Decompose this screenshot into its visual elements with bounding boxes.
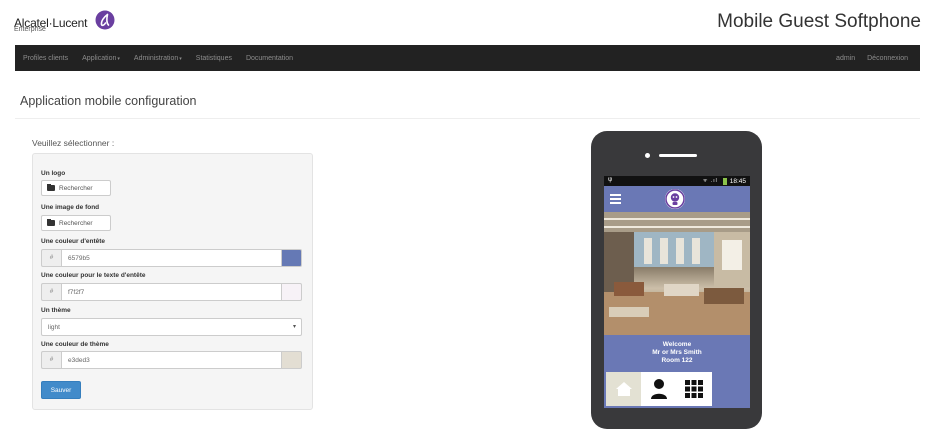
dialpad-icon[interactable]: [677, 372, 712, 406]
theme-color-input[interactable]: e3ded3: [61, 351, 282, 369]
logo-label: Un logo: [41, 170, 66, 177]
signal-icon: ᯤ .ıl: [702, 178, 718, 184]
phone-preview: ψ ᯤ .ıl 18:45 Welcome Mr or Mrs Smith Ro…: [591, 131, 762, 429]
theme-select[interactable]: light ▾: [41, 318, 302, 336]
nav-item-label: Administration: [133, 54, 179, 62]
top-navbar: Profiles clients Application▾ Administra…: [15, 45, 920, 71]
page: Alcatel·Lucent Enterprise Mobile Guest S…: [0, 0, 935, 429]
nav-item-profiles[interactable]: Profiles clients: [23, 55, 68, 62]
phone-status-bar: ψ ᯤ .ıl 18:45: [604, 176, 750, 186]
header-text-color-input[interactable]: f7f2f7: [61, 283, 282, 301]
brand[interactable]: Alcatel·Lucent Enterprise: [14, 10, 115, 35]
hotel-lobby-image: [604, 212, 750, 335]
divider: [15, 118, 920, 119]
phone-dock: [606, 372, 712, 406]
nav-item-label: Documentation: [245, 54, 294, 62]
folder-open-icon: [47, 184, 55, 191]
guest-name: Mr or Mrs Smith: [652, 349, 702, 356]
battery-icon: [722, 177, 727, 185]
theme-color-field: # e3ded3: [41, 351, 302, 369]
nav-item-label: Statistiques: [195, 54, 232, 62]
menu-icon[interactable]: [610, 194, 621, 206]
theme-label: Un thème: [41, 307, 71, 314]
header-color-swatch[interactable]: [282, 249, 302, 267]
chevron-down-icon: ▾: [117, 55, 120, 62]
person-icon[interactable]: [641, 372, 676, 406]
status-time: 18:45: [729, 177, 746, 185]
header-color-field: # 6579b5: [41, 249, 302, 267]
app-logo-icon: [665, 189, 685, 209]
welcome-message: Welcome Mr or Mrs Smith Room 122: [604, 341, 750, 365]
chevron-down-icon: ▾: [292, 324, 296, 330]
nav-left: Profiles clients Application▾ Administra…: [15, 55, 836, 62]
header-text-color-label: Une couleur pour le texte d'entête: [41, 272, 146, 279]
logo-browse-label: Rechercher: [59, 184, 93, 192]
nav-right: admin Déconnexion: [836, 55, 920, 62]
brand-subtitle: Enterprise: [14, 26, 46, 33]
nav-item-documentation[interactable]: Documentation: [246, 55, 293, 62]
nav-item-statistiques[interactable]: Statistiques: [196, 55, 232, 62]
nav-item-admin[interactable]: admin: [836, 55, 855, 62]
camera-dot: [645, 153, 650, 158]
phone-app-header: [604, 186, 750, 212]
header-text-color-swatch[interactable]: [282, 283, 302, 301]
header-color-label: Une couleur d'entête: [41, 238, 106, 245]
logo-browse-button[interactable]: Rechercher: [41, 180, 111, 196]
theme-color-swatch[interactable]: [282, 351, 302, 369]
page-title: Application mobile configuration: [20, 94, 197, 108]
hash-addon: #: [41, 283, 61, 301]
hash-addon: #: [41, 351, 61, 369]
header-text-color-field: # f7f2f7: [41, 283, 302, 301]
folder-open-icon: [47, 219, 55, 226]
room-number: Room 122: [661, 357, 693, 364]
nav-item-label: Profiles clients: [23, 54, 69, 62]
nav-item-logout[interactable]: Déconnexion: [867, 55, 908, 62]
background-browse-label: Rechercher: [59, 219, 93, 227]
nav-item-label: Application: [82, 54, 117, 62]
select-instruction: Veuillez sélectionner :: [32, 138, 115, 148]
usb-icon: ψ: [608, 177, 613, 183]
nav-item-application[interactable]: Application▾: [82, 55, 120, 62]
chevron-down-icon: ▾: [179, 55, 182, 62]
welcome-line: Welcome: [662, 341, 692, 348]
background-browse-button[interactable]: Rechercher: [41, 215, 111, 231]
config-form-panel: Un logo Rechercher Une image de fond Rec…: [32, 153, 313, 410]
theme-color-label: Une couleur de thème: [41, 341, 109, 348]
header-color-input[interactable]: 6579b5: [61, 249, 282, 267]
hash-addon: #: [41, 249, 61, 267]
theme-select-value: light: [48, 323, 60, 331]
home-icon[interactable]: [606, 372, 642, 406]
phone-screen: ψ ᯤ .ıl 18:45 Welcome Mr or Mrs Smith Ro…: [604, 176, 750, 408]
alcatel-lucent-logo-icon: [95, 10, 115, 35]
nav-item-administration[interactable]: Administration▾: [134, 55, 182, 62]
app-title: Mobile Guest Softphone: [717, 11, 921, 32]
background-label: Une image de fond: [41, 204, 100, 211]
speaker-grille: [659, 154, 697, 157]
save-button[interactable]: Sauver: [41, 381, 81, 399]
